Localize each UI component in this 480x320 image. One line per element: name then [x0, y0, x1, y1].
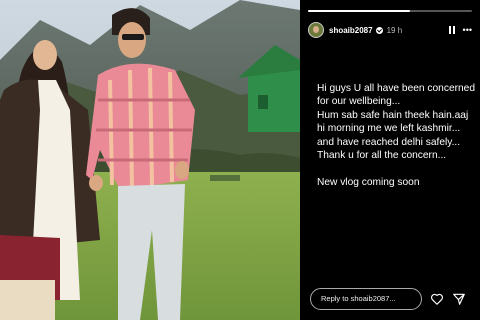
pause-icon[interactable]	[448, 26, 455, 34]
avatar[interactable]	[308, 22, 324, 38]
heart-icon[interactable]	[430, 292, 444, 306]
more-options-icon[interactable]: •••	[463, 25, 472, 35]
screen: shoaib2087 19 h ••• Hi guys U all have b…	[0, 0, 480, 320]
verified-badge-icon	[375, 26, 383, 34]
story-progress-bar	[308, 10, 472, 12]
story-header: shoaib2087 19 h •••	[308, 21, 472, 39]
send-icon[interactable]	[452, 292, 466, 306]
story-progress-fill	[308, 10, 410, 12]
story-panel: shoaib2087 19 h ••• Hi guys U all have b…	[300, 0, 480, 320]
story-text: Hi guys U all have been concerned for ou…	[317, 83, 476, 188]
post-time: 19 h	[386, 25, 403, 35]
reply-input[interactable]: Reply to shoaib2087...	[310, 288, 422, 310]
story-photo	[0, 0, 300, 320]
username[interactable]: shoaib2087	[329, 26, 373, 35]
